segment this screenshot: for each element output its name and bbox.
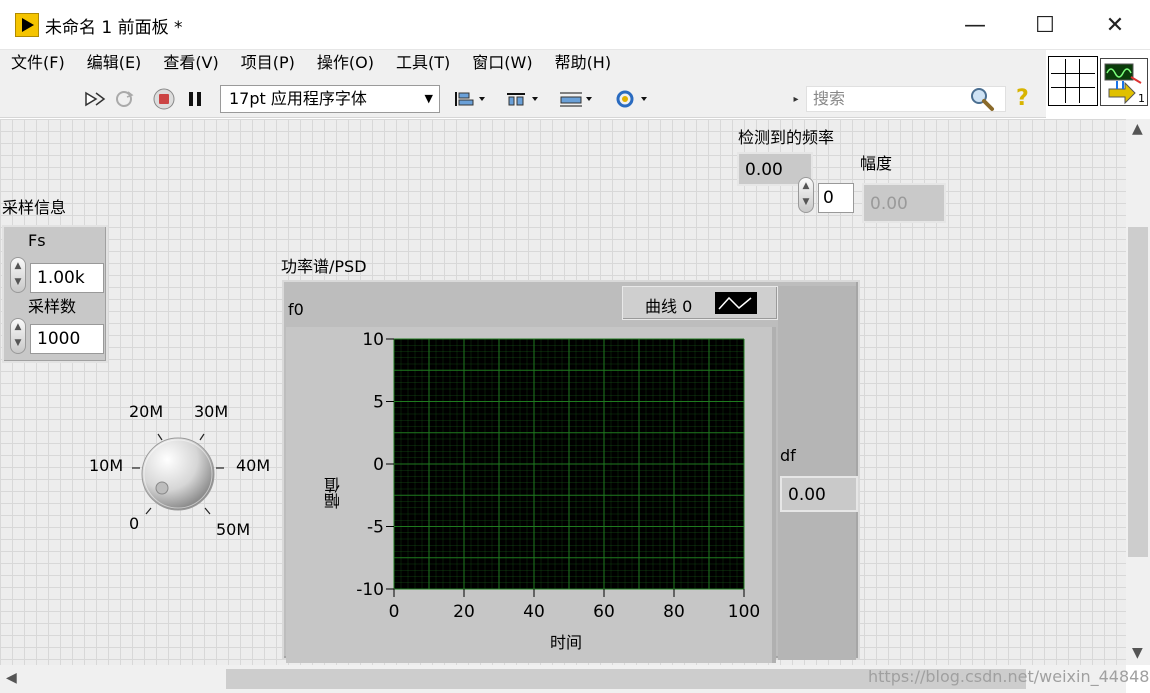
menu-operate[interactable]: 操作(O)	[306, 50, 385, 80]
plot-legend[interactable]: 曲线 0	[622, 286, 778, 320]
df-label: df	[780, 446, 796, 465]
y-tick-label: 10	[362, 330, 384, 350]
x-tick-label: 60	[593, 602, 615, 622]
y-tick-label: -10	[356, 580, 384, 600]
menu-window[interactable]: 窗口(W)	[461, 50, 543, 80]
help-icon[interactable]: ?	[1016, 86, 1029, 111]
search-icon[interactable]	[968, 86, 996, 112]
distribute-objects-icon[interactable]	[503, 88, 543, 110]
frequency-knob[interactable]	[128, 424, 228, 524]
sample-count-spinner[interactable]: ▲ ▼	[10, 318, 26, 354]
font-select[interactable]: 17pt 应用程序字体 ▼	[220, 85, 440, 113]
y-tick-label: -5	[367, 518, 384, 538]
graph-plot-container: 10 5 0 -5 -10 0 20 40 60 80 100 时间 幅值	[286, 327, 776, 663]
watermark: https://blog.csdn.net/weixin_44848715	[868, 667, 1150, 686]
scroll-left-icon[interactable]: ◀	[6, 670, 17, 686]
pause-icon[interactable]	[184, 88, 206, 110]
amplitude-label: 幅度	[860, 154, 893, 173]
connector-pane[interactable]	[1048, 56, 1098, 106]
resize-objects-icon[interactable]	[557, 88, 597, 110]
menu-project[interactable]: 项目(P)	[230, 50, 306, 80]
front-panel[interactable]: 采样信息 Fs ▲ ▼ 1.00k 采样数 ▲ ▼ 1000 20M 30M 10M…	[0, 119, 1126, 665]
menu-help[interactable]: 帮助(H)	[544, 50, 623, 80]
menu-edit[interactable]: 编辑(E)	[76, 50, 153, 80]
graph-right-strip	[778, 286, 856, 660]
vi-icon[interactable]: 1	[1100, 58, 1148, 106]
menu-tools[interactable]: 工具(T)	[385, 50, 461, 80]
menu-bar: 文件(F) 编辑(E) 查看(V) 项目(P) 操作(O) 工具(T) 窗口(W…	[0, 50, 1046, 80]
toolbar: 17pt 应用程序字体 ▼ ▸ 搜索 ?	[0, 80, 1046, 118]
fs-increment-spinner[interactable]: ▲ ▼	[10, 257, 26, 293]
knob-tick-30m: 30M	[194, 402, 229, 421]
minimize-button[interactable]: —	[940, 0, 1010, 50]
search-expand-icon[interactable]: ▸	[790, 88, 802, 110]
plot-canvas[interactable]: 1050-5-100 20 40 60 80 100	[286, 327, 776, 663]
close-button[interactable]: ✕	[1080, 0, 1150, 50]
y-tick-label: 0	[373, 455, 384, 475]
sampling-cluster-label: 采样信息	[2, 198, 67, 217]
title-bar: 未命名 1 前面板 * — ☐ ✕	[0, 0, 1150, 50]
amplitude-value: 0.00	[862, 183, 946, 223]
chevron-down-icon: ▼	[424, 92, 433, 105]
abort-icon[interactable]	[152, 88, 176, 110]
fs-label: Fs	[28, 231, 46, 250]
align-objects-icon[interactable]	[450, 88, 490, 110]
menu-file[interactable]: 文件(F)	[0, 50, 76, 80]
font-select-value: 17pt 应用程序字体	[229, 89, 367, 108]
psd-graph[interactable]: f0 曲线 0 10 5 0 -5 -10 0 20 40 60 80 100 时间 幅值	[282, 280, 860, 663]
x-axis-label: 时间	[550, 633, 583, 652]
amplitude-index-spinner[interactable]: ▲ ▼	[798, 177, 814, 213]
knob-tick-40m: 40M	[236, 456, 271, 475]
fs-input[interactable]: 1.00k	[30, 263, 104, 293]
run-continuously-icon[interactable]	[112, 88, 136, 110]
vertical-scrollbar[interactable]: ▲ ▼	[1126, 119, 1150, 665]
knob-indicator-dot	[155, 481, 169, 495]
y-axis-label: 幅值	[324, 477, 343, 509]
run-arrow-icon[interactable]	[84, 88, 106, 110]
legend-line-swatch-icon[interactable]	[715, 292, 757, 314]
sampling-cluster: Fs ▲ ▼ 1.00k 采样数 ▲ ▼ 1000	[2, 225, 108, 363]
x-tick-label: 80	[663, 602, 685, 622]
df-value: 0.00	[780, 476, 858, 512]
x-tick-label: 40	[523, 602, 545, 622]
x-tick-label: 20	[453, 602, 475, 622]
scroll-up-icon[interactable]: ▲	[1132, 121, 1143, 137]
terminal-number: 1	[1138, 92, 1145, 105]
detected-frequency-label: 检测到的频率	[738, 128, 835, 147]
knob-tick-20m: 20M	[129, 402, 164, 421]
menu-view[interactable]: 查看(V)	[152, 50, 229, 80]
sample-count-label: 采样数	[28, 297, 77, 316]
y-tick-label: 5	[373, 393, 384, 413]
maximize-button[interactable]: ☐	[1010, 0, 1080, 50]
scroll-down-icon[interactable]: ▼	[1132, 645, 1143, 661]
labview-app-icon	[15, 13, 39, 37]
reorder-icon[interactable]	[612, 88, 652, 110]
vertical-scroll-thumb[interactable]	[1128, 227, 1148, 557]
knob-tick-10m: 10M	[89, 456, 124, 475]
x-tick-label: 0	[389, 602, 400, 622]
amplitude-index-input[interactable]: 0	[818, 183, 854, 213]
sample-count-input[interactable]: 1000	[30, 324, 104, 354]
window-title: 未命名 1 前面板 *	[45, 18, 183, 38]
legend-series-name: 曲线 0	[645, 297, 693, 316]
x-tick-label: 100	[728, 602, 760, 622]
graph-title: 功率谱/PSD	[281, 257, 367, 276]
graph-plot-name: f0	[288, 300, 304, 319]
